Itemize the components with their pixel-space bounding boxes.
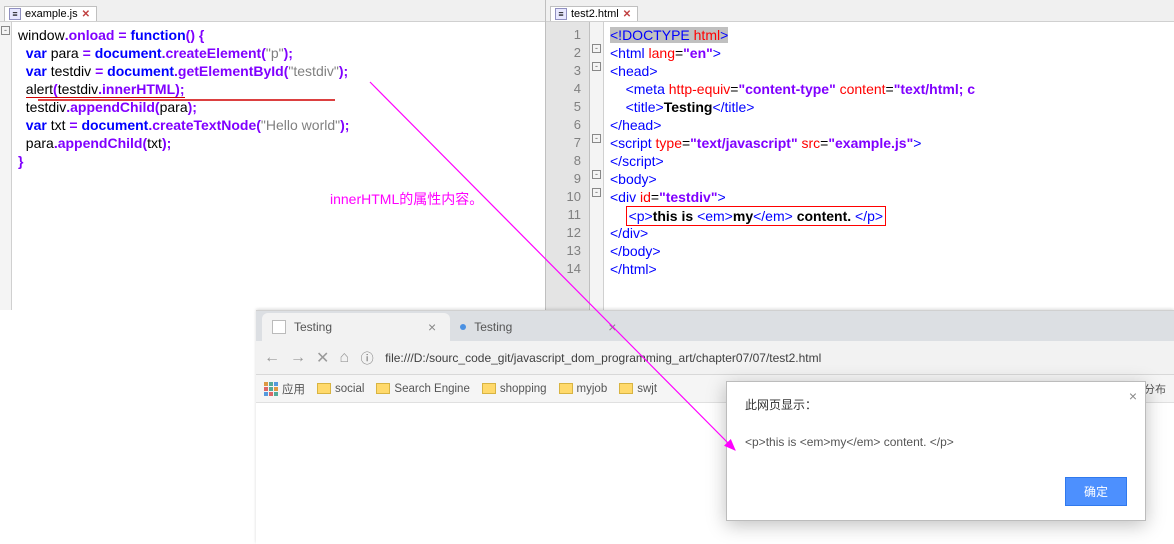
left-code-area[interactable]: - window.onload = function() { var para … [0,22,545,310]
folder-icon [376,383,390,394]
close-icon[interactable]: ✕ [623,9,631,20]
fold-toggle-icon[interactable]: - [592,44,601,53]
back-button[interactable]: ← [264,349,280,367]
browser-tab-1[interactable]: Testing × [262,313,450,341]
alert-dialog: × 此网页显示： <p>this is <em>my</em> content.… [726,381,1146,521]
close-icon[interactable]: × [1129,388,1137,404]
folder-icon [559,383,573,394]
home-button[interactable]: ⌂ [339,349,349,367]
fold-toggle-icon[interactable]: - [592,188,601,197]
url-field[interactable]: file:///D:/sourc_code_git/javascript_dom… [385,351,821,365]
folder-icon [317,383,331,394]
bookmark-overflow[interactable]: 分布 [1144,381,1166,397]
apps-label: 应用 [282,381,305,397]
close-icon[interactable]: ✕ [82,9,90,20]
close-icon[interactable]: × [608,319,616,335]
left-tab-bar: ≡ example.js ✕ [0,0,545,22]
fold-toggle-icon[interactable]: - [592,62,601,71]
info-icon[interactable]: ⓘ [359,350,375,366]
right-code-area[interactable]: 1234567891011121314 - - - - - <!DOCTYPE html… [546,22,1174,310]
browser-tab-title: Testing [474,320,512,334]
fold-toggle-icon[interactable]: - [1,26,10,35]
stop-button[interactable]: ✕ [316,348,329,368]
bookmark-label: social [335,383,364,395]
favicon-icon [272,320,286,334]
bookmark-label: myjob [577,383,608,395]
bookmark-label: swjt [637,383,657,395]
bookmark-folder[interactable]: Search Engine [376,383,469,395]
annotation-text: innerHTML的属性内容。 [330,190,483,208]
bookmark-folder[interactable]: shopping [482,383,547,395]
address-bar: ← → ✕ ⌂ ⓘ file:///D:/sourc_code_git/java… [256,341,1174,375]
browser-window: Testing × Testing × ← → ✕ ⌂ ⓘ file:///D:… [256,310,1174,544]
right-tab-bar: ≡ test2.html ✕ [546,0,1174,22]
apps-button[interactable]: 应用 [264,381,305,397]
forward-button[interactable]: → [290,349,306,367]
bookmark-label: shopping [500,383,547,395]
bookmark-folder[interactable]: myjob [559,383,608,395]
browser-tab-title: Testing [294,320,332,334]
folder-icon [482,383,496,394]
apps-grid-icon [264,382,278,396]
left-editor-pane: ≡ example.js ✕ - window.onload = functio… [0,0,546,310]
dialog-message: <p>this is <em>my</em> content. </p> [745,435,1127,449]
tab-test2-html[interactable]: ≡ test2.html ✕ [550,6,638,21]
dialog-title: 此网页显示： [745,396,1127,413]
bookmark-folder[interactable]: social [317,383,364,395]
tab-label: test2.html [571,8,619,20]
fold-toggle-icon[interactable]: - [592,170,601,179]
file-icon: ≡ [9,8,21,20]
code-lines[interactable]: window.onload = function() { var para = … [12,22,355,310]
code-lines[interactable]: <!DOCTYPE html><html lang="en"><head> <m… [604,22,981,310]
folder-icon [619,383,633,394]
fold-gutter: - [0,22,12,310]
file-icon: ≡ [555,8,567,20]
tab-label: example.js [25,8,78,20]
bookmark-folder[interactable]: swjt [619,383,657,395]
fold-toggle-icon[interactable]: - [592,134,601,143]
ok-button[interactable]: 确定 [1065,477,1127,506]
line-number-gutter: 1234567891011121314 [546,22,590,310]
right-editor-pane: ≡ test2.html ✕ 1234567891011121314 -----… [546,0,1174,310]
tab-example-js[interactable]: ≡ example.js ✕ [4,6,97,21]
close-icon[interactable]: × [428,319,436,335]
bookmark-label: Search Engine [394,383,469,395]
browser-tab-strip: Testing × Testing × [256,311,1174,341]
fold-gutter: - - - - - [590,22,604,310]
browser-tab-2[interactable]: Testing × [450,313,630,341]
loading-dot-icon [460,324,466,330]
